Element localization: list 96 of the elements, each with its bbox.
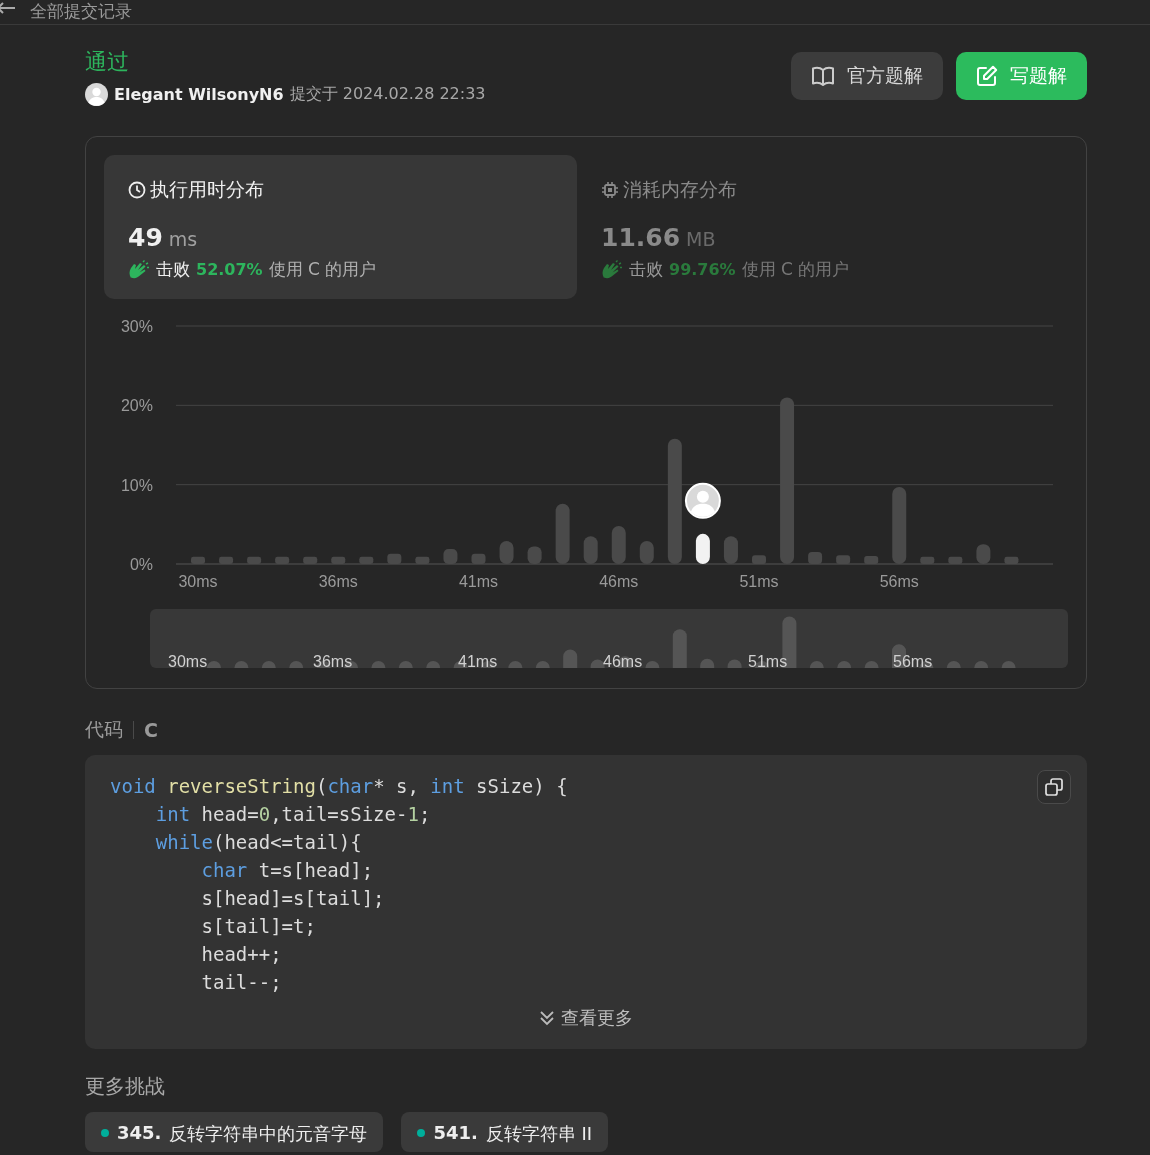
copy-icon: [1045, 778, 1063, 796]
x-axis-label: 30ms: [178, 573, 218, 590]
distribution-bar[interactable]: [359, 556, 374, 564]
language-label: C: [144, 719, 158, 741]
distribution-bar[interactable]: [892, 487, 907, 564]
book-icon: [811, 66, 835, 86]
distribution-bar[interactable]: [864, 556, 879, 564]
overview-axis-label: 51ms: [748, 653, 788, 668]
solutions-button[interactable]: 官方题解: [791, 52, 943, 100]
overview-axis-label: 56ms: [893, 653, 933, 668]
chip-icon: [601, 181, 619, 199]
distribution-bar[interactable]: [275, 556, 290, 564]
user-runtime-bar[interactable]: [695, 533, 710, 564]
distribution-bar[interactable]: [191, 556, 205, 564]
distribution-bar[interactable]: [527, 546, 542, 564]
runtime-tab[interactable]: 执行用时分布 49 ms 击败 52.07% 使用 C 的用户: [104, 155, 577, 299]
problem-title: 反转字符串中的元音字母: [169, 1122, 368, 1146]
x-axis-label: 56ms: [879, 573, 919, 590]
challenge-link[interactable]: 345. 反转字符串中的元音字母: [85, 1112, 384, 1152]
stat-value: 11.66: [601, 223, 681, 252]
code-label: 代码: [85, 717, 123, 742]
x-axis-label: 46ms: [599, 573, 639, 590]
beat-description: 使用 C 的用户: [268, 258, 377, 281]
page-title: 全部提交记录: [30, 1, 132, 22]
distribution-bar[interactable]: [920, 556, 935, 564]
distribution-bar[interactable]: [443, 548, 458, 564]
distribution-bar[interactable]: [555, 503, 570, 564]
distribution-bar[interactable]: [247, 556, 262, 564]
distribution-bar[interactable]: [471, 553, 486, 564]
distribution-bar[interactable]: [331, 556, 346, 564]
overview-axis-label: 30ms: [168, 653, 208, 668]
memory-tab[interactable]: 消耗内存分布 11.66 MB 击败 99.76% 使用 C 的用户: [577, 155, 1050, 299]
problem-number: 541.: [433, 1122, 478, 1143]
problem-number: 345.: [117, 1122, 162, 1143]
user-avatar-marker: [684, 482, 721, 519]
double-chevron-down-icon: [539, 1010, 555, 1026]
y-axis-label: 20%: [120, 397, 153, 415]
stat-unit: MB: [686, 228, 716, 250]
distribution-bar[interactable]: [1004, 556, 1019, 564]
x-axis-label: 36ms: [318, 573, 358, 590]
distribution-bar[interactable]: [415, 556, 430, 564]
beat-label: 击败: [156, 258, 190, 281]
overview-axis-label: 36ms: [313, 653, 353, 668]
stat-title: 消耗内存分布: [623, 177, 737, 202]
stat-value: 49: [128, 223, 163, 252]
clock-icon: [128, 181, 146, 199]
section-title: 更多挑战: [85, 1073, 166, 1100]
code-line: s[tail]=t;: [200, 914, 316, 939]
stat-title: 执行用时分布: [150, 177, 264, 202]
submission-status: 通过: [85, 48, 130, 76]
code-line: tail--;: [200, 970, 282, 995]
distribution-bar[interactable]: [667, 438, 682, 564]
beat-percentage: 99.76%: [669, 260, 736, 279]
distribution-bar[interactable]: [387, 553, 402, 564]
submission-time: 提交于 2024.02.28 22:33: [289, 84, 486, 105]
x-axis-label: 51ms: [739, 573, 779, 590]
code-line: int head=0,tail=sSize-1;: [154, 802, 431, 827]
y-axis-label: 30%: [120, 318, 153, 335]
beat-percentage: 52.07%: [196, 260, 263, 279]
distribution-bar[interactable]: [303, 556, 318, 564]
beat-description: 使用 C 的用户: [741, 258, 850, 281]
distribution-bar[interactable]: [611, 525, 626, 564]
distribution-bar[interactable]: [752, 555, 766, 564]
distribution-bar[interactable]: [639, 541, 654, 564]
clapping-hands-icon: [128, 259, 150, 280]
back-arrow-icon[interactable]: [0, 2, 16, 14]
clapping-hands-icon: [601, 259, 623, 280]
y-axis-label: 10%: [120, 476, 153, 494]
y-axis-label: 0%: [129, 556, 153, 573]
code-line: void reverseString(char* s, int sSize) {: [110, 774, 568, 799]
overview-axis-label: 41ms: [458, 653, 498, 668]
distribution-bar[interactable]: [808, 552, 823, 564]
distribution-bar[interactable]: [948, 556, 963, 564]
distribution-bar[interactable]: [219, 556, 234, 564]
edit-icon: [976, 65, 998, 87]
code-line: head++;: [200, 942, 282, 967]
copy-button[interactable]: [1037, 770, 1071, 804]
stat-unit: ms: [168, 228, 198, 250]
chart-overview-brush[interactable]: 30ms 36ms 41ms 46ms 51ms 56ms: [150, 609, 1068, 668]
distribution-bar[interactable]: [499, 541, 514, 564]
code-line: s[head]=s[tail];: [200, 886, 385, 911]
show-more-button[interactable]: 查看更多: [539, 1006, 633, 1030]
challenge-link[interactable]: 541. 反转字符串 II: [401, 1112, 609, 1152]
distribution-bar[interactable]: [836, 555, 851, 564]
code-line: char t=s[head];: [200, 858, 374, 883]
distribution-bar[interactable]: [583, 536, 598, 564]
beat-label: 击败: [629, 258, 663, 281]
code-line: while(head<=tail){: [154, 830, 362, 855]
distribution-bar[interactable]: [723, 536, 738, 564]
avatar-icon: [85, 83, 108, 106]
distribution-bar[interactable]: [780, 397, 795, 564]
problem-title: 反转字符串 II: [485, 1122, 593, 1146]
distribution-bar[interactable]: [976, 544, 991, 564]
x-axis-label: 41ms: [458, 573, 499, 590]
overview-axis-label: 46ms: [603, 653, 643, 668]
username[interactable]: Elegant WilsonyN6: [114, 85, 284, 104]
